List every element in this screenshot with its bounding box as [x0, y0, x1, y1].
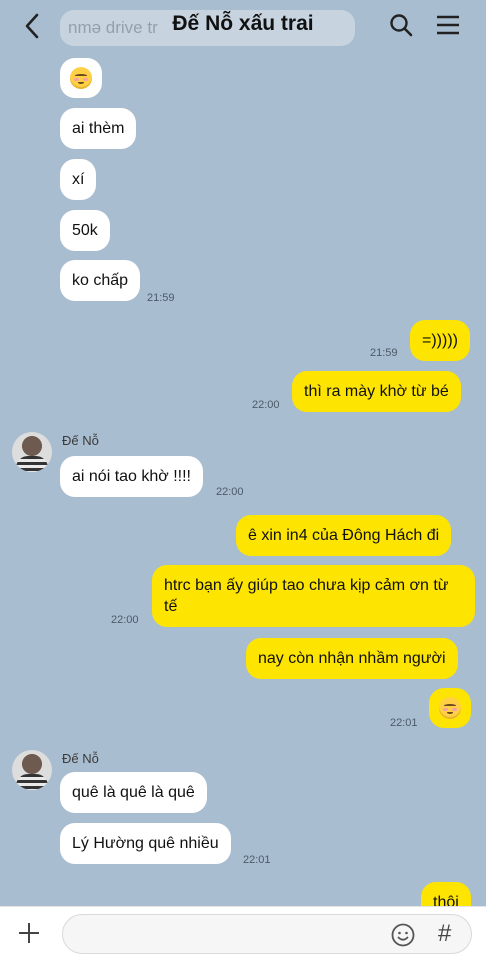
message-bubble[interactable]: quê là quê là quê [60, 772, 207, 813]
message-time: 21:59 [147, 292, 175, 304]
message-bubble[interactable]: ai thèm [60, 108, 137, 149]
avatar[interactable] [12, 432, 52, 472]
message-bubble[interactable]: thì ra mày khờ từ bé [292, 371, 461, 412]
message-bubble-emoji[interactable] [429, 688, 471, 728]
composer-bar: # [0, 906, 486, 960]
message-bubble[interactable]: htrc bạn ấy giúp tao chưa kịp cảm ơn từ … [152, 565, 475, 627]
message-time: 22:01 [243, 854, 271, 866]
message-bubble[interactable]: =))))) [410, 320, 470, 361]
message-bubble[interactable]: ko chấp [60, 260, 141, 301]
menu-button[interactable] [434, 12, 462, 38]
sender-name: Đế Nỗ [62, 433, 99, 448]
relieved-face-icon [70, 67, 92, 89]
message-bubble[interactable]: nay còn nhận nhầm người [246, 638, 458, 679]
emoji-icon [391, 923, 415, 947]
attach-button[interactable] [16, 920, 42, 946]
avatar[interactable] [12, 750, 52, 790]
message-bubble[interactable]: ê xin in4 của Đông Hách đi [236, 515, 452, 556]
message-bubble[interactable]: 50k [60, 210, 110, 251]
menu-icon [437, 15, 459, 35]
hashtag-icon[interactable]: # [438, 920, 451, 948]
message-time: 22:00 [216, 486, 244, 498]
message-time: 22:01 [390, 717, 418, 729]
sender-name: Đế Nỗ [62, 751, 99, 766]
message-bubble[interactable]: Lý Hường quê nhiều [60, 823, 231, 864]
message-time: 22:00 [111, 614, 139, 626]
emoji-button[interactable] [390, 922, 416, 948]
search-button[interactable] [388, 12, 414, 38]
message-bubble[interactable]: xí [60, 159, 97, 200]
message-time: 21:59 [370, 347, 398, 359]
message-bubble-emoji[interactable] [60, 58, 102, 98]
plus-icon [19, 923, 39, 943]
chat-header: nmə drive tr Đế Nỗ xấu trai [0, 0, 486, 52]
message-bubble[interactable]: ai nói tao khờ !!!! [60, 456, 203, 497]
relieved-face-icon [439, 697, 461, 719]
search-icon [390, 14, 413, 37]
message-time: 22:00 [252, 399, 280, 411]
